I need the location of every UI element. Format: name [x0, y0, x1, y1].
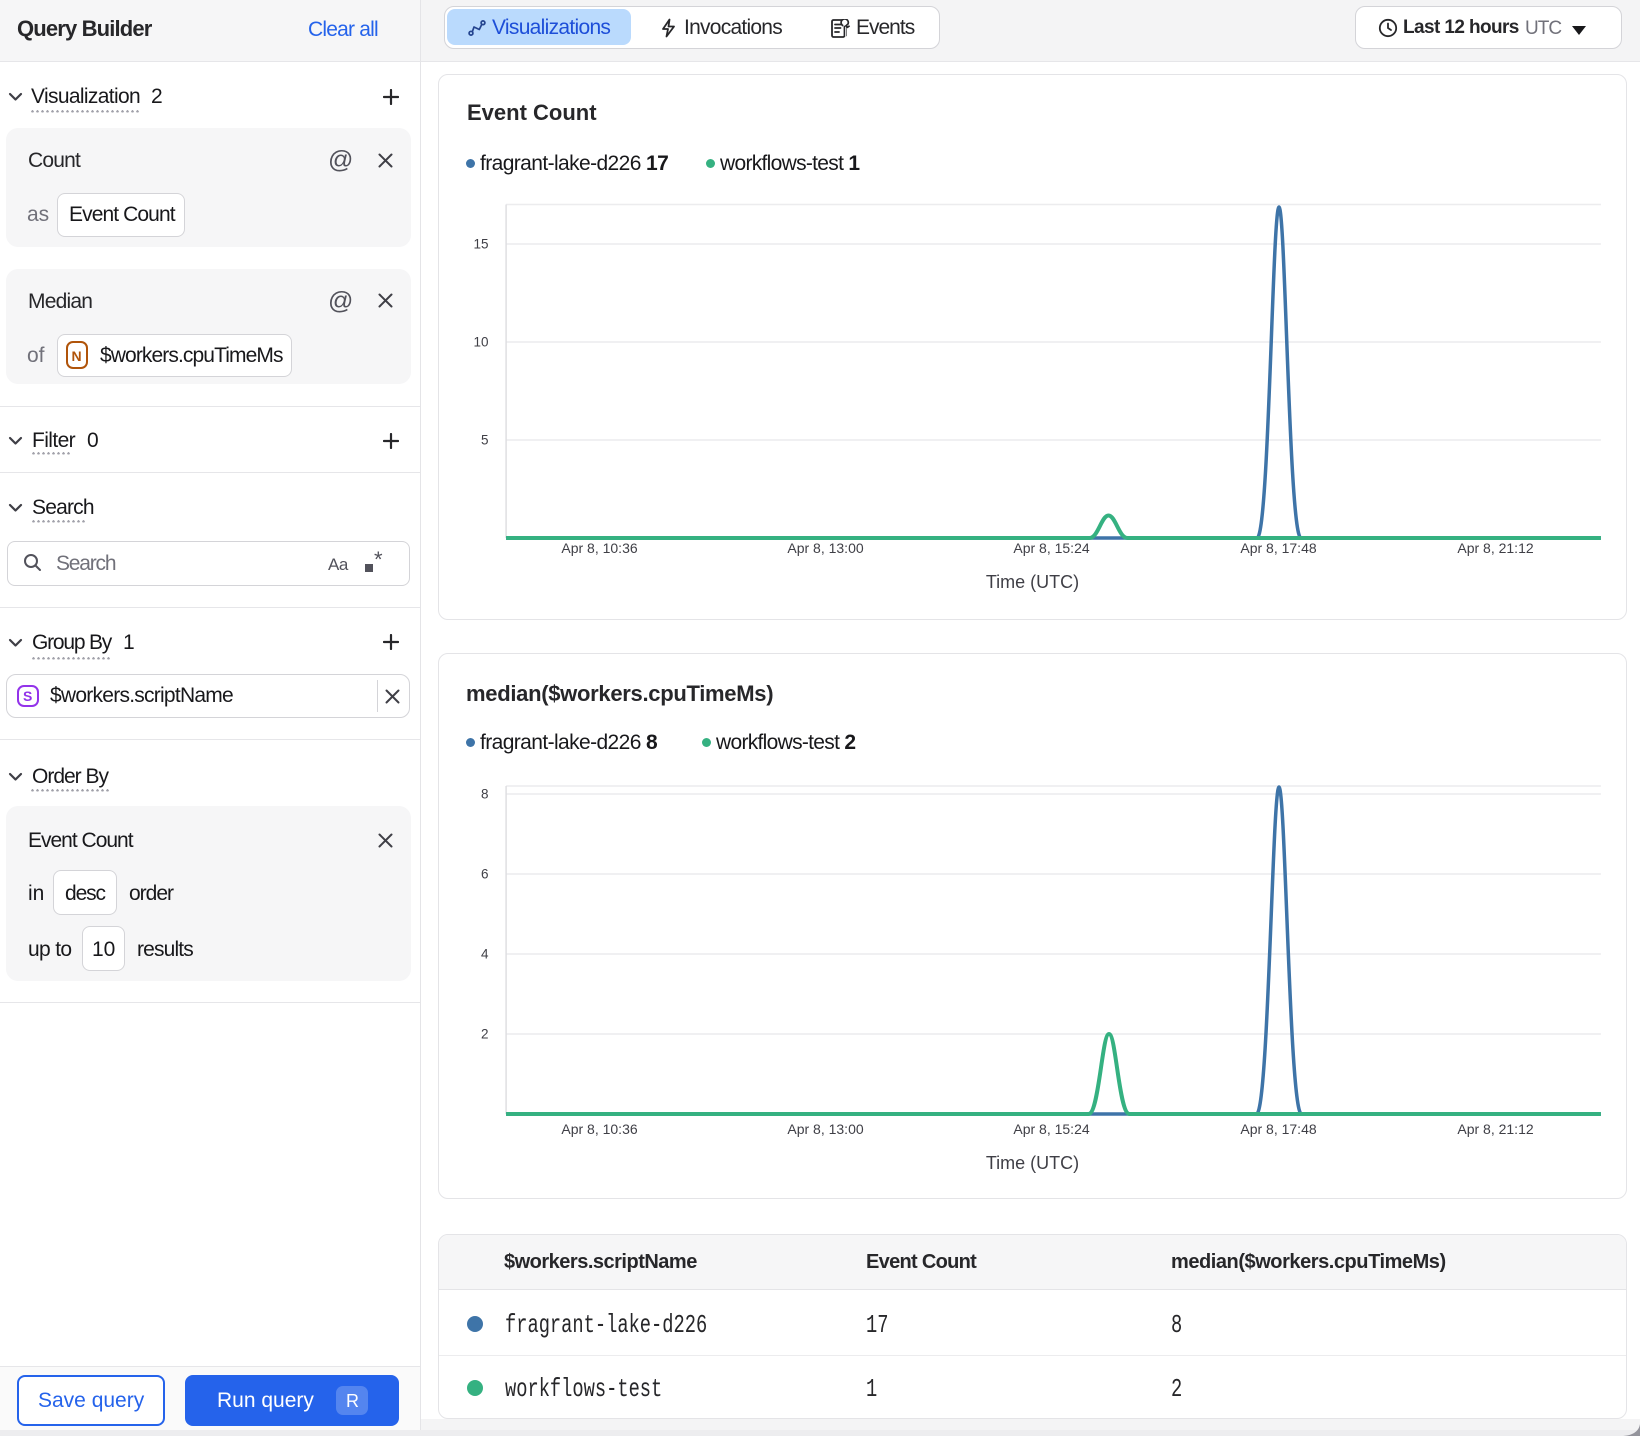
svg-text:Apr 8, 17:48: Apr 8, 17:48: [1240, 540, 1316, 556]
svg-text:5: 5: [480, 432, 488, 447]
svg-text:Apr 8, 17:48: Apr 8, 17:48: [1240, 1121, 1316, 1137]
svg-text:Apr 8, 10:36: Apr 8, 10:36: [561, 1121, 637, 1137]
svg-text:10: 10: [473, 334, 488, 349]
svg-text:8: 8: [480, 787, 488, 802]
svg-text:2: 2: [480, 1027, 488, 1042]
svg-text:15: 15: [473, 236, 488, 251]
svg-text:4: 4: [480, 947, 488, 962]
svg-text:Apr 8, 21:12: Apr 8, 21:12: [1457, 540, 1533, 556]
svg-text:Apr 8, 13:00: Apr 8, 13:00: [787, 1121, 863, 1137]
svg-text:Apr 8, 15:24: Apr 8, 15:24: [1013, 540, 1089, 556]
svg-text:Apr 8, 13:00: Apr 8, 13:00: [787, 540, 863, 556]
svg-text:Apr 8, 15:24: Apr 8, 15:24: [1013, 1121, 1089, 1137]
svg-text:Time (UTC): Time (UTC): [985, 1153, 1078, 1173]
svg-text:Apr 8, 10:36: Apr 8, 10:36: [561, 540, 637, 556]
svg-text:*: *: [374, 549, 383, 572]
svg-text:Time (UTC): Time (UTC): [985, 572, 1078, 592]
svg-text:Apr 8, 21:12: Apr 8, 21:12: [1457, 1121, 1533, 1137]
svg-text:6: 6: [480, 867, 488, 882]
